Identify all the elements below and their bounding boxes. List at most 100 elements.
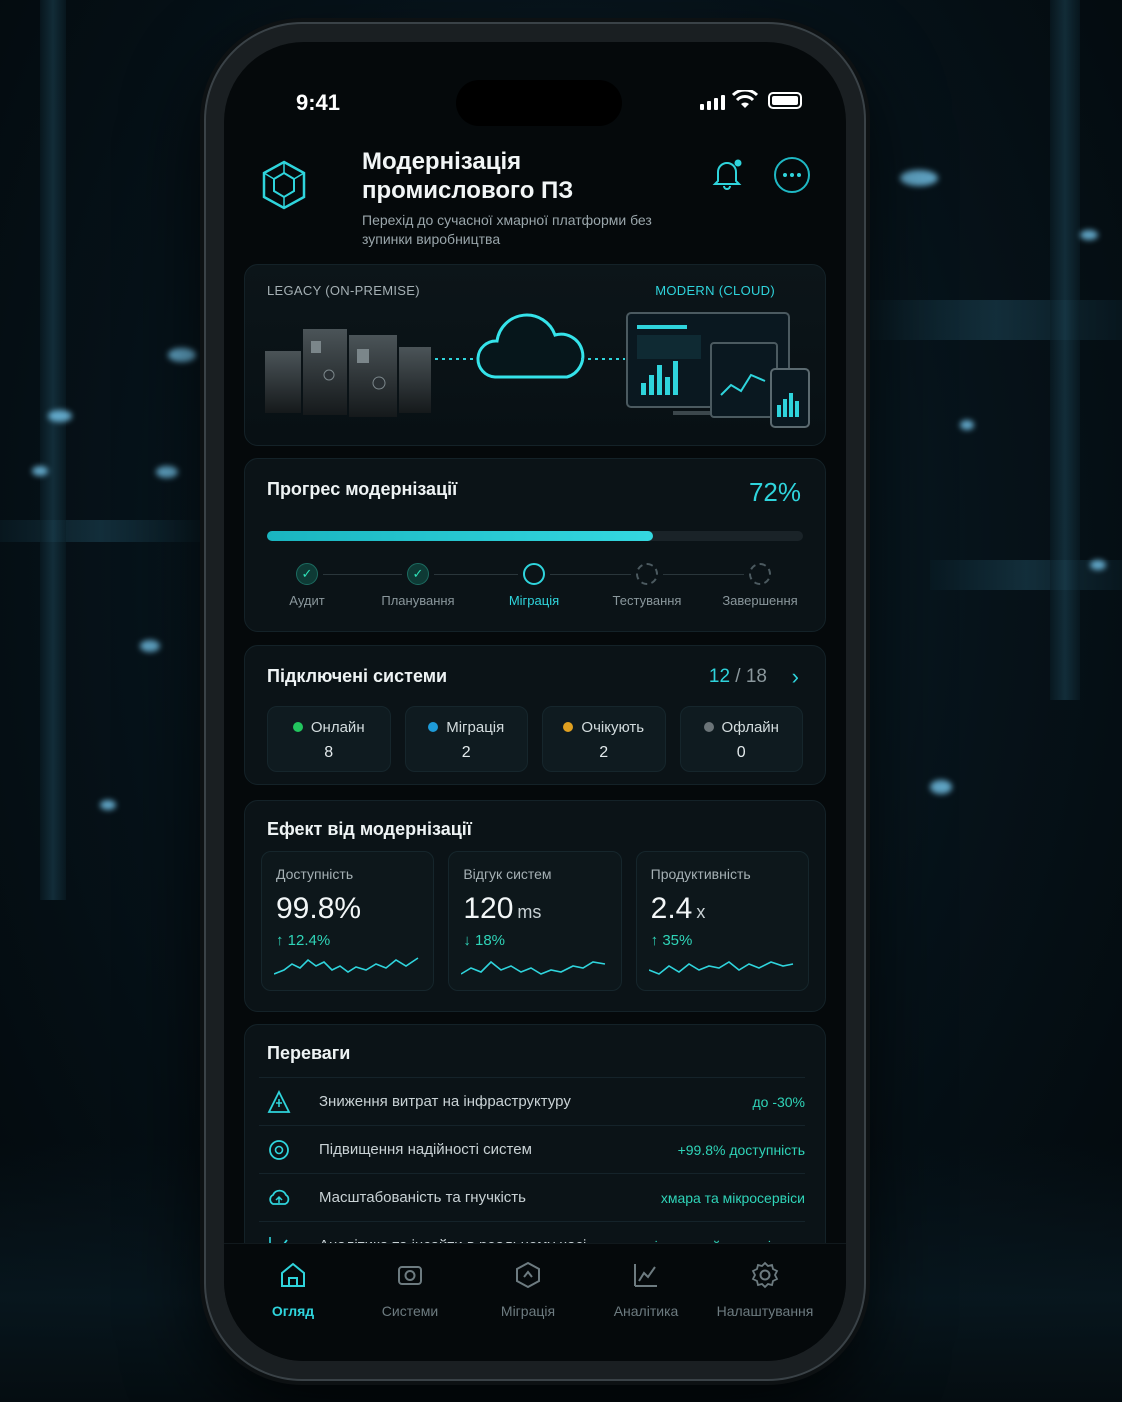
status-time: 9:41 — [296, 90, 341, 115]
tab-bar: Огляд Системи Міграція Аналітика Налаштуванн… — [224, 1243, 846, 1361]
tab-label: Налаштування — [716, 1303, 814, 1319]
benefit-text: Підвищення надійності систем — [319, 1141, 532, 1158]
progress-bar-fill — [267, 531, 653, 541]
tab-migration[interactable]: Міграція — [468, 1260, 588, 1319]
phone-screen: 9:41 Модернізація промислового ПЗ Перехі… — [224, 42, 846, 1361]
metric-title: Відгук систем — [463, 866, 552, 882]
progress-step[interactable]: Тестування — [587, 563, 707, 608]
metric-value: 2.4 — [650, 892, 693, 925]
metric-card[interactable]: Доступність 99.8% ↑ 12.4% — [261, 851, 435, 991]
metric-value: 99.8% — [276, 892, 362, 925]
benefits-list: Зниження витрат на інфраструктуру до -30%… — [259, 1077, 805, 1269]
progress-percent: 72% — [748, 477, 801, 507]
signal-icon — [700, 94, 725, 110]
progress-bar — [267, 531, 803, 541]
modern-dashboard-icon — [626, 312, 810, 428]
system-status-chip[interactable]: Міграція 2 — [404, 706, 528, 772]
system-status-chip[interactable]: Очікують 2 — [542, 706, 666, 772]
status-dot-icon — [563, 722, 574, 732]
progress-step[interactable]: Завершення — [700, 563, 820, 608]
tab-label: Системи — [381, 1303, 439, 1319]
progress-card: Прогрес модернізації 72% ✓ Аудит ✓ Плануван… — [244, 458, 826, 632]
status-label-row: Міграція — [406, 719, 528, 736]
systems-title: Підключені системи — [267, 666, 448, 686]
tab-settings[interactable]: Налаштування — [705, 1260, 825, 1319]
tab-analytics[interactable]: Аналітика — [586, 1260, 706, 1319]
benefit-text: Масштабованість та гнучкість — [319, 1189, 526, 1206]
system-status-list: Онлайн 8 Міграція 2 Очікують 2 Офлайн 0 — [267, 706, 803, 772]
benefits-title: Переваги — [267, 1043, 351, 1063]
systems-count: 12 / 18 — [708, 666, 767, 687]
metric-list: Доступність 99.8% ↑ 12.4% Відгук систем 120 m… — [261, 851, 809, 991]
status-dot-icon — [292, 722, 303, 732]
analytics-icon — [634, 1264, 657, 1287]
page-subtitle: Перехід до сучасної хмарної платформи бе… — [362, 212, 652, 247]
tab-label: Міграція — [500, 1303, 556, 1319]
metric-value-row: 2.4 x — [651, 892, 808, 926]
settings-icon — [751, 1261, 779, 1289]
metric-unit: x — [696, 902, 706, 922]
more-button[interactable] — [774, 157, 810, 193]
connected-systems-card[interactable]: Підключені системи 12 / 18 › Онлайн 8 Мігр… — [244, 645, 826, 785]
status-label-row: Очікують — [543, 719, 665, 736]
bell-icon[interactable] — [710, 157, 744, 191]
progress-title: Прогрес модернізації — [267, 479, 458, 499]
metric-delta: ↑ 35% — [650, 932, 693, 949]
cloud-scale-icon — [259, 1186, 299, 1210]
benefit-row[interactable]: Підвищення надійності систем +99.8% досту… — [259, 1125, 805, 1173]
tab-label: Аналітика — [613, 1303, 679, 1319]
metric-card[interactable]: Продуктивність 2.4 x ↑ 35% — [635, 851, 809, 991]
legacy-server-icon — [265, 329, 431, 417]
tab-systems[interactable]: Системи — [350, 1260, 470, 1319]
metric-title: Доступність — [276, 866, 354, 882]
system-status-chip[interactable]: Офлайн 0 — [679, 706, 803, 772]
status-count: 0 — [736, 744, 746, 761]
status-label-row: Онлайн — [268, 719, 390, 736]
system-status-chip[interactable]: Онлайн 8 — [267, 706, 391, 772]
benefit-value: до -30% — [752, 1093, 805, 1110]
systems-total: 18 — [745, 666, 767, 687]
metric-title: Продуктивність — [650, 866, 751, 882]
metric-delta: ↓ 18% — [463, 932, 506, 949]
progress-step[interactable]: ✓ Аудит — [247, 563, 367, 608]
benefit-value: +99.8% доступність — [677, 1141, 805, 1158]
metric-unit: ms — [517, 902, 542, 922]
metric-card[interactable]: Відгук систем 120 ms ↓ 18% — [448, 851, 622, 991]
check-icon: ✓ — [296, 563, 318, 585]
check-icon: ✓ — [407, 563, 429, 585]
sparkline-chart — [461, 960, 606, 975]
status-label-row: Офлайн — [681, 719, 803, 736]
progress-step[interactable]: Міграція — [474, 563, 594, 608]
pending-step-icon — [749, 563, 771, 585]
progress-steps: ✓ Аудит ✓ Планування Міграція Тестування Завер… — [245, 563, 825, 613]
metric-delta: ↑ 12.4% — [276, 932, 331, 949]
wifi-icon — [732, 90, 758, 108]
status-label: Очікують — [581, 719, 645, 736]
systems-connected: 12 — [708, 666, 731, 687]
app-header: Модернізація промислового ПЗ Перехід до … — [260, 147, 810, 257]
benefit-row[interactable]: Масштабованість та гнучкість хмара та мік… — [259, 1173, 805, 1221]
status-count: 2 — [599, 744, 609, 761]
phone-frame: 9:41 Модернізація промислового ПЗ Перехі… — [206, 24, 864, 1379]
active-step-icon — [523, 563, 545, 585]
pending-step-icon — [636, 563, 658, 585]
tab-home[interactable]: Огляд — [233, 1260, 353, 1319]
tab-label: Огляд — [271, 1303, 315, 1319]
effect-card: Ефект від модернізації Доступність 99.8% ↑… — [244, 800, 826, 1012]
progress-step-label: Планування — [381, 593, 455, 608]
systems-icon — [398, 1266, 422, 1285]
benefit-text: Зниження витрат на інфраструктуру — [319, 1093, 571, 1110]
progress-step-label: Завершення — [722, 593, 798, 608]
progress-step[interactable]: ✓ Планування — [358, 563, 478, 608]
benefit-value: хмара та мікросервіси — [660, 1189, 805, 1206]
migration-icon — [516, 1261, 540, 1289]
progress-step-label: Аудит — [289, 593, 325, 608]
migration-hero-card: LEGACY (ON-PREMISE) MODERN (CLOUD) — [244, 264, 826, 446]
status-label: Онлайн — [310, 719, 365, 736]
benefit-row[interactable]: Зниження витрат на інфраструктуру до -30% — [259, 1077, 805, 1125]
chevron-right-icon[interactable]: › — [792, 664, 799, 690]
migration-illustration — [265, 312, 810, 428]
battery-icon — [768, 92, 802, 109]
metric-value: 120 — [463, 892, 514, 925]
home-icon — [281, 1262, 305, 1287]
